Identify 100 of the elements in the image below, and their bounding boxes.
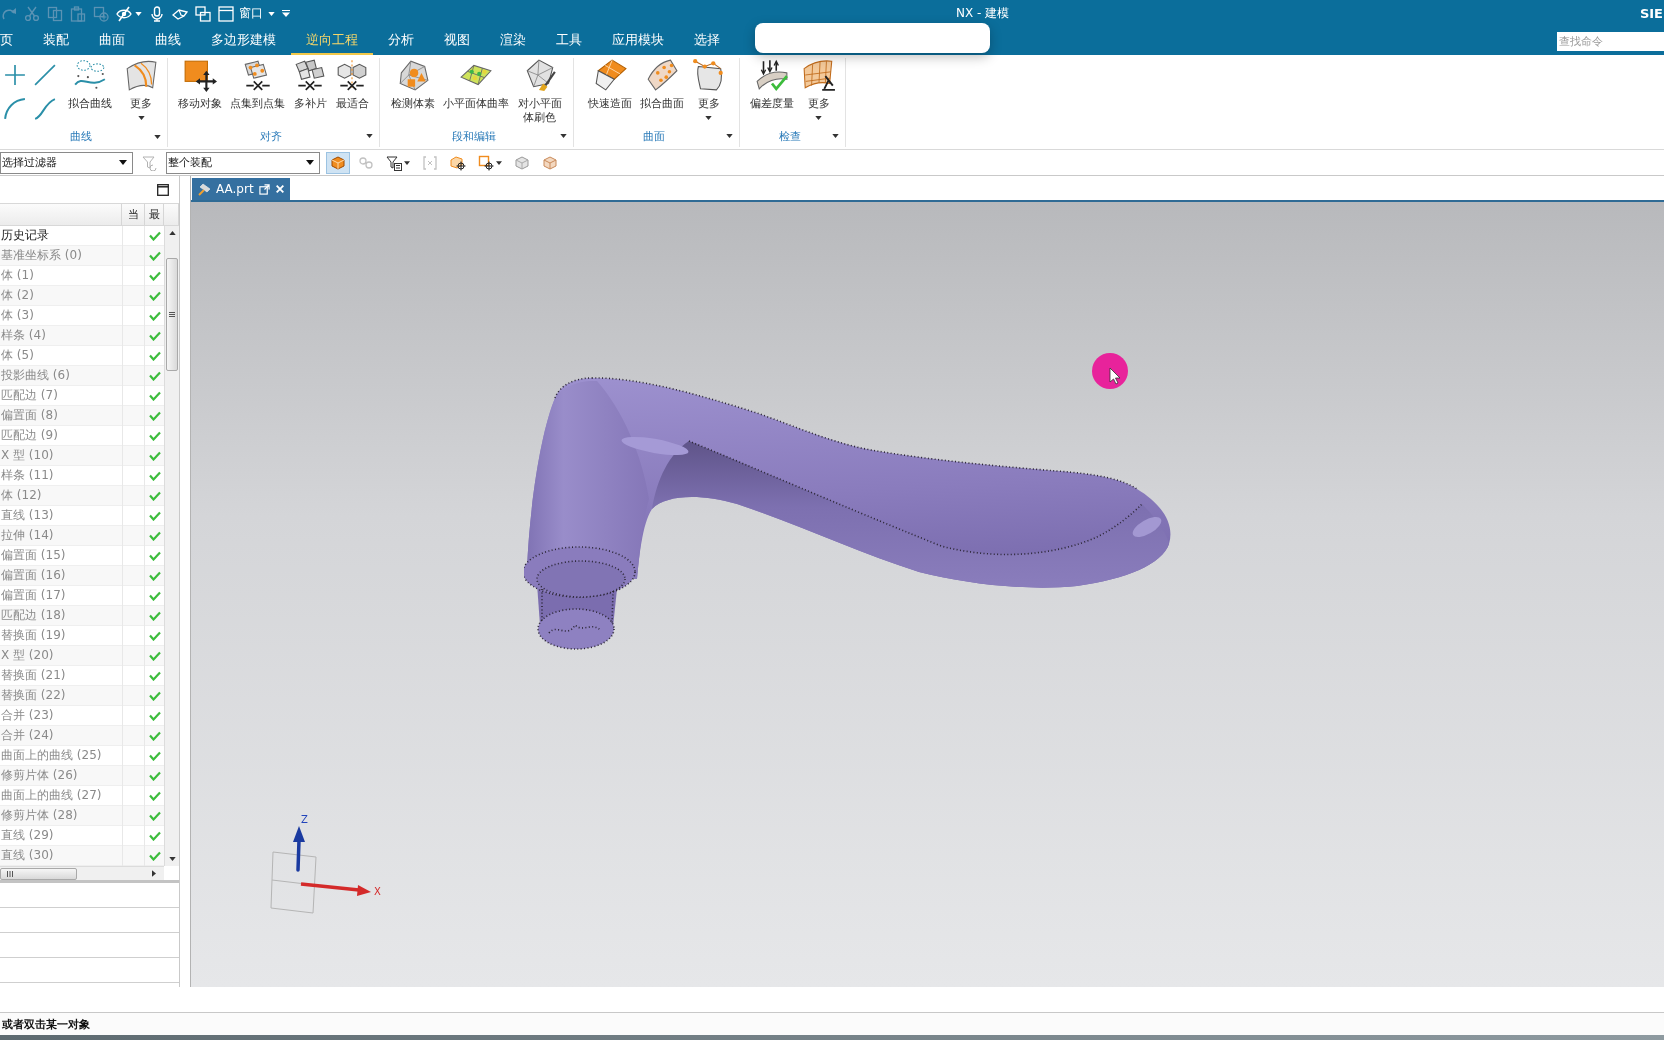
toolbar-options-icon[interactable] [282,10,290,17]
tree-node-label: 拉伸 (14) [0,527,55,544]
tree-node-label: 体 (3) [0,307,35,324]
ribbon-button[interactable]: 拟合曲面 [635,58,688,112]
tree-node-label: 替换面 (21) [0,667,67,684]
scrollbar-thumb[interactable] [0,867,77,880]
ribbon-tab[interactable]: 工具 [541,27,597,55]
command-search-field[interactable]: 查找命令 [1557,31,1664,51]
ribbon-button[interactable]: 最适合 [331,58,373,112]
ribbon-tab[interactable]: 分析 [373,27,429,55]
curve-icon[interactable] [34,98,56,120]
tree-row[interactable]: 合并 (24) [0,726,164,746]
window-menu-button[interactable]: 窗口 [218,2,275,25]
tree-row[interactable]: X 型 (10) [0,446,164,466]
ribbon-button[interactable]: 拟合曲线 [64,58,116,112]
tree-row[interactable]: 偏置面 (8) [0,406,164,426]
tree-node-label: 直线 (13) [0,507,55,524]
tree-node-label: 匹配边 (7) [0,387,59,404]
column-header[interactable]: 最 [145,204,164,225]
hammer-icon [198,182,211,196]
tree-row[interactable]: 偏置面 (16) [0,566,164,586]
caret-icon[interactable] [560,134,567,139]
scrollbar-thumb[interactable] [166,258,178,371]
tree-row[interactable]: 直线 (30) [0,846,164,866]
caret-icon [705,116,712,121]
ribbon-button[interactable]: 点集到点集 [226,58,289,112]
ribbon-tab[interactable]: 应用模块 [597,27,679,55]
column-header[interactable]: 当 [122,204,145,225]
tree-row[interactable]: X 型 (20) [0,646,164,666]
ribbon-tab[interactable]: 逆向工程 [291,27,373,55]
microphone-icon [149,5,165,22]
window-icon [218,5,234,22]
ribbon-tab[interactable]: 视图 [429,27,485,55]
axis-label: Z [301,814,308,825]
tree-row[interactable]: 修剪片体 (26) [0,766,164,786]
graphics-viewport[interactable]: Z X [191,202,1664,987]
ribbon-tab[interactable]: 选择 [679,27,735,55]
ribbon-tab[interactable]: 页 [0,27,28,55]
caret-icon[interactable] [832,134,839,138]
ribbon-tab[interactable]: 多边形建模 [196,27,291,55]
tree-node-label: 曲面上的曲线 (27) [0,787,103,804]
right-arrow-icon[interactable] [152,870,156,877]
tree-row[interactable]: 投影曲线 (6) [0,366,164,386]
caret-icon [404,160,410,165]
ribbon-button[interactable]: 移动对象 [174,58,226,112]
line-icon[interactable] [34,64,56,86]
tree-row[interactable]: 体 (12) [0,486,164,506]
tree-row[interactable]: 替换面 (22) [0,686,164,706]
ribbon-tab[interactable]: 装配 [28,27,84,55]
caret-icon[interactable] [154,134,161,139]
caret-icon[interactable] [366,134,373,138]
ribbon-tab[interactable]: 渲染 [485,27,541,55]
ribbon-button[interactable]: 偏差度量 [745,58,798,112]
caret-icon[interactable] [726,134,733,138]
caret-icon [137,116,145,121]
popout-icon[interactable] [258,183,270,195]
caret-icon [268,11,275,16]
ribbon-tab[interactable]: 曲线 [140,27,196,55]
plus-icon[interactable] [4,64,26,86]
cursor-icon [1091,352,1129,390]
ribbon-tab[interactable]: 曲面 [84,27,140,55]
tree-row[interactable]: 匹配边 (18) [0,606,164,626]
vertical-scrollbar[interactable] [164,226,179,866]
ribbon-button[interactable]: 更多 [797,58,840,121]
tree-node-label: 匹配边 (9) [0,427,59,444]
box-crosshair-icon [450,154,466,171]
tree-node-label: X 型 (10) [0,447,55,464]
tree-node-label: 偏置面 (17) [0,587,67,604]
grid-surface-icon [801,58,836,92]
close-icon[interactable] [274,184,285,194]
ribbon-button[interactable]: 对小平面体刷色 [512,58,567,126]
tree-node-label: 曲面上的曲线 (25) [0,747,103,764]
down-arrow-icon[interactable] [168,857,176,861]
dropdown-caret-icon [119,160,127,165]
arc-icon[interactable] [4,98,26,120]
ribbon-button[interactable]: 小平面体曲率 [438,58,513,112]
filter-list-icon [386,154,402,171]
ribbon-button[interactable]: 更多 [120,58,162,121]
group-label: 段和编辑 [451,128,496,144]
group-label: 检查 [778,128,801,144]
tree-row[interactable]: 基准坐标系 (0) [0,246,164,266]
ribbon-button[interactable]: 检测体素 [386,58,439,112]
caret-icon [135,11,142,16]
ribbon-button[interactable]: 快速造面 [583,58,636,112]
maximize-icon[interactable] [157,183,169,196]
up-arrow-icon[interactable] [168,231,176,235]
ribbon-button[interactable]: 多补片 [289,58,331,112]
document-tab[interactable]: AA.prt [192,178,290,200]
ribbon-button[interactable]: 更多 [687,58,730,121]
caret-icon [815,116,822,121]
caret-icon [496,160,502,165]
box-icon [542,154,558,171]
filter-dropdown[interactable]: 选择过滤器 [0,151,133,174]
assembly-scope-dropdown[interactable]: 整个装配 [166,151,320,174]
brand-logo: SIE [1639,6,1664,21]
tree-row[interactable]: 体 (2) [0,286,164,306]
tree-row[interactable]: 拉伸 (14) [0,526,164,546]
horizontal-scrollbar[interactable] [0,866,164,880]
tree-row[interactable]: 修剪片体 (28) [0,806,164,826]
tree-row[interactable]: 样条 (4) [0,326,164,346]
